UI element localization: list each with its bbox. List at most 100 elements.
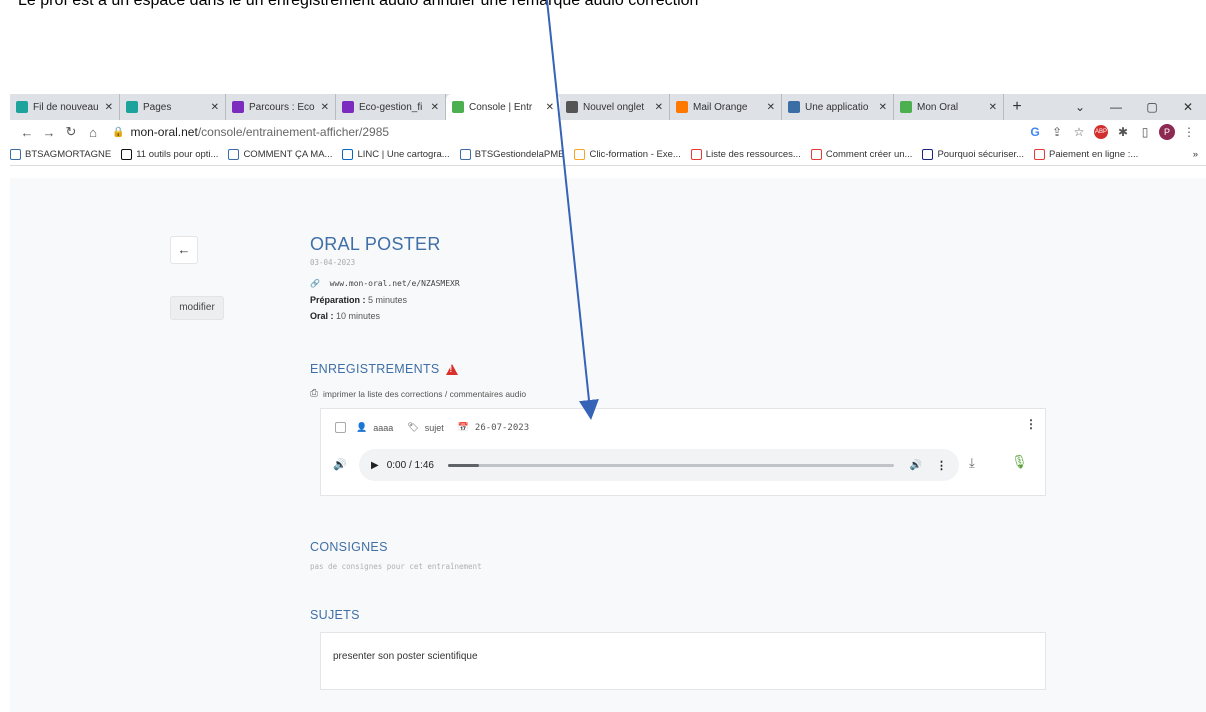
tab-5[interactable]: Console | Entr ✕ [446, 94, 560, 120]
bookmark-item[interactable]: BTSAGMORTAGNE [10, 149, 111, 160]
tab-label: Mon Oral [917, 101, 959, 113]
recording-menu-icon[interactable]: ⋮ [1025, 417, 1037, 431]
audio-player: ▶ 0:00 / 1:46 🔊 ⋮ [359, 449, 959, 481]
new-tab-button[interactable]: + [1004, 98, 1030, 116]
sujets-title: SUJETS [310, 608, 360, 622]
player-more-icon[interactable]: ⋮ [936, 459, 947, 472]
restore-icon[interactable]: ▢ [1134, 100, 1170, 114]
google-icon[interactable]: G [1024, 125, 1046, 139]
close-tab-icon[interactable]: ✕ [879, 102, 887, 113]
oral-label: Oral : [310, 311, 334, 321]
close-window-icon[interactable]: ✕ [1170, 100, 1206, 114]
tab-9[interactable]: Mon Oral ✕ [894, 94, 1004, 120]
prep-value: 5 minutes [365, 295, 408, 305]
bookmark-item[interactable]: Clic-formation - Exe... [574, 149, 681, 160]
puzzle-icon[interactable]: ✱ [1112, 125, 1134, 139]
bookmark-item[interactable]: Paiement en ligne :... [1034, 149, 1138, 160]
play-icon[interactable]: ▶ [371, 460, 379, 471]
bookmark-label: Paiement en ligne :... [1049, 149, 1139, 160]
ms-icon [121, 149, 133, 160]
close-tab-icon[interactable]: ✕ [546, 102, 554, 113]
bookmark-label: Pourquoi sécuriser... [937, 149, 1025, 160]
adblock-icon[interactable]: ABP [1094, 125, 1108, 139]
bookmark-item[interactable]: Comment créer un... [810, 149, 912, 160]
tab-label: Mail Orange [693, 101, 748, 113]
microphone-icon[interactable]: 🎙 [1011, 454, 1028, 470]
star-icon[interactable]: ☆ [1068, 125, 1090, 139]
recordings-title: ENREGISTREMENTS [310, 362, 440, 376]
bookmarks-overflow-icon[interactable]: » [1193, 149, 1206, 160]
recording-card: 👤 aaaa 🏷 sujet 📅 26-07-2023 ⋮ 🔊 ▶ 0:00 /… [320, 408, 1046, 496]
share-link-text: www.mon-oral.net/e/NZASMEXR [329, 279, 460, 288]
print-corrections-link[interactable]: ⎙ imprimer la liste des corrections / co… [310, 388, 526, 399]
leaf-icon [900, 101, 912, 113]
recording-date: 26-07-2023 [474, 422, 530, 433]
sidepanel-icon[interactable]: ▯ [1134, 125, 1156, 139]
share-link[interactable]: 🔗 www.mon-oral.net/e/NZASMEXR [310, 279, 1050, 288]
bookmark-item[interactable]: COMMENT ÇA MA... [228, 149, 332, 160]
tab-search-icon[interactable]: ⌄ [1062, 100, 1098, 114]
tag-icon: 🏷 [407, 422, 419, 432]
close-tab-icon[interactable]: ✕ [105, 102, 113, 113]
share-icon[interactable]: ⇪ [1046, 125, 1068, 139]
bookmarks-bar: BTSAGMORTAGNE 11 outils pour opti... COMME… [10, 144, 1206, 166]
bracket-icon [810, 149, 822, 160]
close-tab-icon[interactable]: ✕ [655, 102, 663, 113]
page-date: 03-04-2023 [310, 258, 356, 267]
tab-label: Fil de nouveau [33, 101, 99, 113]
calendar-icon: 📅 [457, 422, 469, 432]
bookmark-label: BTSGestiondelaPME [474, 149, 565, 160]
bookmark-item[interactable]: BTSGestiondelaPME [459, 149, 565, 160]
tab-7[interactable]: Mail Orange ✕ [670, 94, 782, 120]
audio-progress-track[interactable] [447, 463, 894, 467]
back-button[interactable]: ← [170, 236, 198, 264]
bookmark-label: LINC | Une cartogra... [357, 149, 450, 160]
close-tab-icon[interactable]: ✕ [431, 102, 439, 113]
tab-label: Une applicatio [805, 101, 869, 113]
tab-bar: Fil de nouveau ✕ Pages ✕ Parcours : Eco ✕ Eco-… [10, 94, 1206, 120]
forward-arrow-icon[interactable]: → [38, 125, 60, 140]
reload-icon[interactable]: ↻ [60, 124, 82, 140]
tab-2[interactable]: Pages ✕ [120, 94, 226, 120]
caption-text: Le prof est a un espace dans le un enreg… [18, 0, 699, 9]
extensions-area: G ⇪ ☆ ABP ✱ ▯ P ⋮ [1024, 124, 1200, 140]
consignes-title: CONSIGNES [310, 540, 388, 554]
close-tab-icon[interactable]: ✕ [989, 102, 997, 113]
tab-4[interactable]: Eco-gestion_fi ✕ [336, 94, 446, 120]
tab-8[interactable]: Une applicatio ✕ [782, 94, 894, 120]
url-field[interactable]: 🔒 mon-oral.net /console/entrainement-aff… [112, 125, 1024, 139]
tab-3[interactable]: Parcours : Eco ✕ [226, 94, 336, 120]
tab-1[interactable]: Fil de nouveau ✕ [10, 94, 120, 120]
home-icon[interactable]: ⌂ [82, 125, 104, 140]
page-title: ORAL POSTER [310, 234, 441, 254]
page-content: ← modifier ORAL POSTER 03-04-2023 🔗 www.… [10, 178, 1206, 712]
tab-6[interactable]: Nouvel onglet ✕ [560, 94, 670, 120]
back-arrow-icon[interactable]: ← [16, 125, 38, 140]
profile-avatar[interactable]: P [1159, 124, 1175, 140]
download-icon[interactable]: ⤓ [969, 455, 975, 471]
prep-label: Préparation : [310, 295, 366, 305]
tab-label: Eco-gestion_fi [359, 101, 423, 113]
url-host: mon-oral.net [130, 125, 198, 139]
bookmark-item[interactable]: 11 outils pour opti... [121, 149, 218, 160]
app-icon [788, 101, 800, 113]
close-tab-icon[interactable]: ✕ [321, 102, 329, 113]
bookmark-item[interactable]: Pourquoi sécuriser... [922, 149, 1024, 160]
close-tab-icon[interactable]: ✕ [211, 102, 219, 113]
minimize-icon[interactable]: — [1098, 100, 1134, 114]
pages-icon [16, 101, 28, 113]
modify-button[interactable]: modifier [170, 296, 224, 320]
circle-icon [574, 149, 586, 160]
recording-checkbox[interactable] [335, 422, 346, 433]
bookmark-label: BTSAGMORTAGNE [25, 149, 112, 160]
grid-icon [459, 149, 471, 160]
speaker-icon[interactable]: 🔊 [333, 458, 347, 471]
wave-icon [228, 149, 240, 160]
close-tab-icon[interactable]: ✕ [767, 102, 775, 113]
menu-icon[interactable]: ⋮ [1178, 125, 1200, 139]
volume-icon[interactable]: 🔊 [910, 460, 922, 471]
bookmark-item[interactable]: LINC | Une cartogra... [342, 149, 450, 160]
recording-user: aaaa [373, 422, 394, 433]
preparation-line: Préparation : 5 minutes [310, 295, 1050, 305]
bookmark-item[interactable]: Liste des ressources... [690, 149, 801, 160]
